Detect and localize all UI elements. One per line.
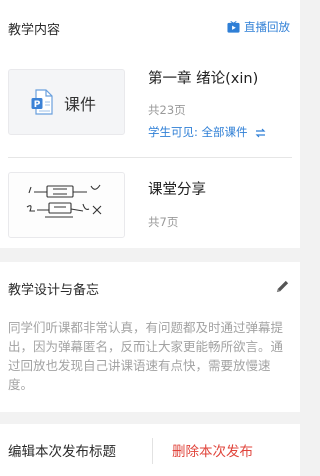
courseware-visibility-label: 学生可见: 全部课件	[148, 125, 248, 139]
edit-title-button[interactable]: 编辑本次发布标题	[8, 424, 148, 476]
delete-publish-button[interactable]: 删除本次发布	[172, 424, 300, 476]
swap-arrows-icon	[255, 128, 266, 137]
teaching-content-title: 教学内容	[8, 23, 61, 38]
memo-text: 同学们听课都非常认真，有问题都及时通过弹幕提出，因为弹幕匿名，反而让大家更能畅所…	[8, 320, 284, 392]
teaching-content-section: 教学内容 直播回放 P 课件 第一章 绪论(xin) 共23页 学生可见: 全部	[0, 0, 300, 248]
class-share-item[interactable]: 课堂分享 共7页	[0, 166, 300, 246]
courseware-page-count: 共23页	[148, 103, 186, 117]
action-divider	[152, 438, 153, 464]
courseware-item[interactable]: P 课件 第一章 绪论(xin) 共23页 学生可见: 全部课件	[0, 57, 300, 152]
courseware-thumb-label: 课件	[64, 95, 97, 114]
item-divider	[8, 157, 292, 158]
class-share-page-count: 共7页	[148, 215, 179, 229]
live-replay-label: 直播回放	[244, 20, 290, 34]
teaching-design-section: 教学设计与备忘 同学们听课都非常认真，有问题都及时通过弹幕提出，因为弹幕匿名，反…	[0, 262, 300, 412]
courseware-title: 第一章 绪论(xin)	[148, 71, 259, 87]
class-share-thumbnail	[8, 172, 125, 238]
tv-play-icon	[227, 20, 240, 33]
ppt-document-icon: P	[31, 89, 53, 115]
handwriting-sketch-image	[26, 184, 102, 218]
live-replay-link[interactable]: 直播回放	[227, 18, 290, 36]
courseware-visibility[interactable]: 学生可见: 全部课件	[148, 124, 266, 140]
bottom-action-bar: 编辑本次发布标题 删除本次发布	[0, 424, 300, 476]
pencil-icon[interactable]	[275, 279, 290, 294]
teaching-design-title: 教学设计与备忘	[8, 283, 100, 298]
class-share-title: 课堂分享	[148, 182, 206, 198]
svg-text:P: P	[34, 100, 41, 110]
courseware-thumbnail: P 课件	[8, 69, 125, 135]
